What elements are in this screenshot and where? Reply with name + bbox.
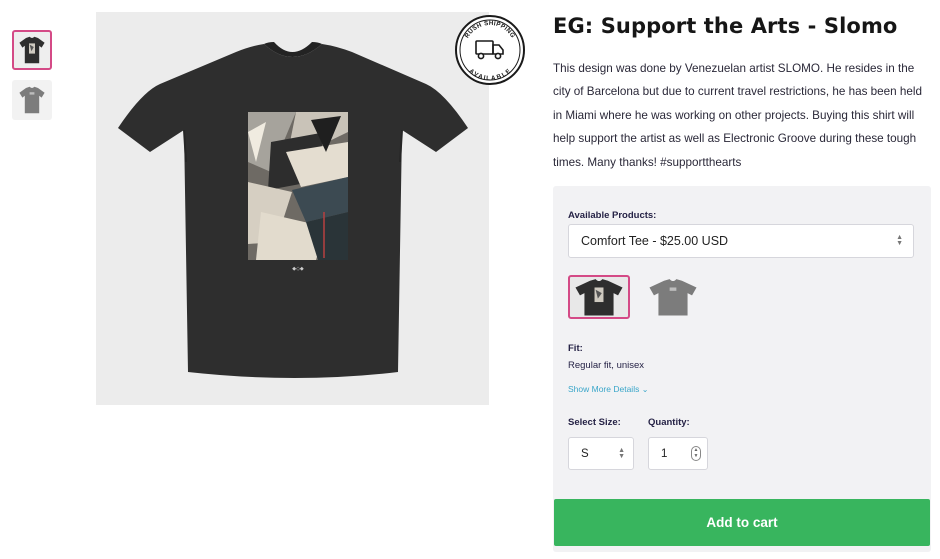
fit-label: Fit:	[568, 343, 583, 354]
product-description: This design was done by Venezuelan artis…	[553, 62, 923, 169]
fit-value: Regular fit, unisex	[568, 360, 645, 371]
thumbnail-gray-tee[interactable]	[12, 80, 52, 120]
show-more-details-link[interactable]: Show More Details ⌄	[568, 384, 648, 394]
variant-black-tee[interactable]	[568, 275, 630, 319]
select-size-label: Select Size:	[568, 417, 621, 428]
size-arrows-icon: ▲ ▼	[618, 447, 625, 460]
tshirt-gray-variant-icon	[649, 279, 697, 316]
rush-shipping-badge: RUSH SHIPPING AVAILABLE	[454, 14, 526, 86]
size-select-value: S	[581, 448, 589, 460]
quantity-label: Quantity:	[648, 417, 690, 428]
tshirt-black-thumb-icon	[19, 36, 45, 64]
svg-text:◆◇◆: ◆◇◆	[292, 266, 304, 272]
show-more-details-label: Show More Details	[568, 384, 640, 394]
options-panel: Available Products: Comfort Tee - $25.00…	[553, 186, 931, 552]
product-main-image: ◆◇◆	[96, 12, 489, 405]
product-select[interactable]: Comfort Tee - $25.00 USD ▲ ▼	[568, 224, 914, 258]
chevron-down-icon: ⌄	[641, 385, 649, 394]
thumbnail-black-tee[interactable]	[12, 30, 52, 70]
product-title: EG: Support the Arts - Slomo	[553, 14, 898, 38]
tshirt-gray-thumb-icon	[19, 86, 45, 114]
quantity-value: 1	[661, 448, 668, 460]
tshirt-artwork-image: ◆◇◆	[118, 42, 468, 378]
quantity-stepper-icon[interactable]: ▲ ▼	[691, 446, 701, 461]
artwork-graphic	[248, 112, 348, 260]
variant-gray-tee[interactable]	[642, 275, 704, 319]
product-select-value: Comfort Tee - $25.00 USD	[581, 234, 729, 248]
size-select[interactable]: S ▲ ▼	[568, 437, 634, 470]
add-to-cart-button[interactable]: Add to cart	[554, 499, 930, 546]
select-arrows-icon: ▲ ▼	[896, 234, 903, 247]
quantity-input[interactable]: 1 ▲ ▼	[648, 437, 708, 470]
tshirt-black-variant-icon	[575, 279, 623, 316]
available-products-label: Available Products:	[568, 210, 657, 221]
